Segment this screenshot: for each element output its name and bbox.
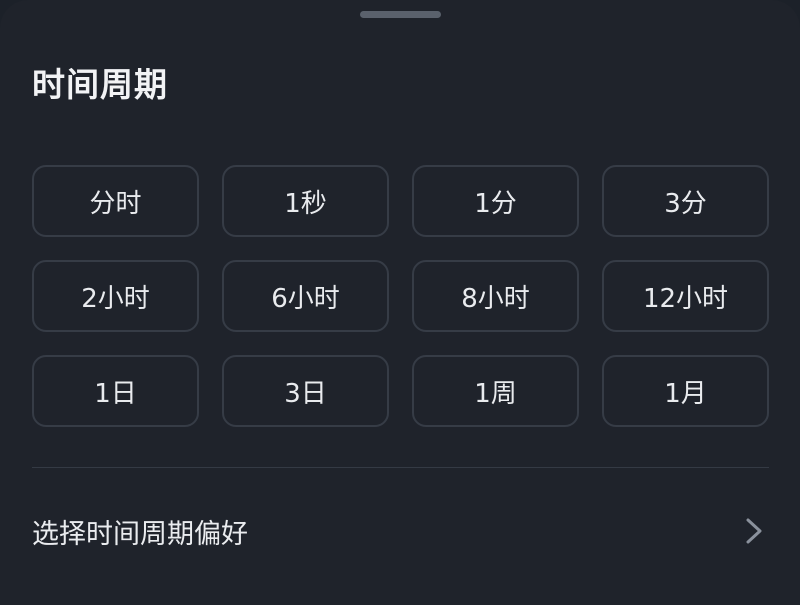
period-preference-label: 选择时间周期偏好 xyxy=(32,518,248,550)
sheet-title: 时间周期 xyxy=(32,65,168,104)
period-preference-row[interactable]: 选择时间周期偏好 xyxy=(32,498,769,564)
chevron-right-icon xyxy=(746,518,762,544)
period-option-3m[interactable]: 3分 xyxy=(602,165,769,237)
drag-handle[interactable] xyxy=(360,11,441,18)
period-option-3d[interactable]: 3日 xyxy=(222,355,389,427)
period-option-timeshare[interactable]: 分时 xyxy=(32,165,199,237)
period-grid: 分时 1秒 1分 3分 2小时 6小时 8小时 12小时 1日 3日 1周 1月 xyxy=(32,165,769,427)
period-option-1mo[interactable]: 1月 xyxy=(602,355,769,427)
period-option-1w[interactable]: 1周 xyxy=(412,355,579,427)
period-option-8h[interactable]: 8小时 xyxy=(412,260,579,332)
period-option-12h[interactable]: 12小时 xyxy=(602,260,769,332)
period-option-1m[interactable]: 1分 xyxy=(412,165,579,237)
period-option-6h[interactable]: 6小时 xyxy=(222,260,389,332)
period-option-1s[interactable]: 1秒 xyxy=(222,165,389,237)
period-option-1d[interactable]: 1日 xyxy=(32,355,199,427)
divider xyxy=(32,467,769,468)
period-option-2h[interactable]: 2小时 xyxy=(32,260,199,332)
time-period-sheet: 时间周期 分时 1秒 1分 3分 2小时 6小时 8小时 12小时 1日 3日 … xyxy=(0,0,800,605)
